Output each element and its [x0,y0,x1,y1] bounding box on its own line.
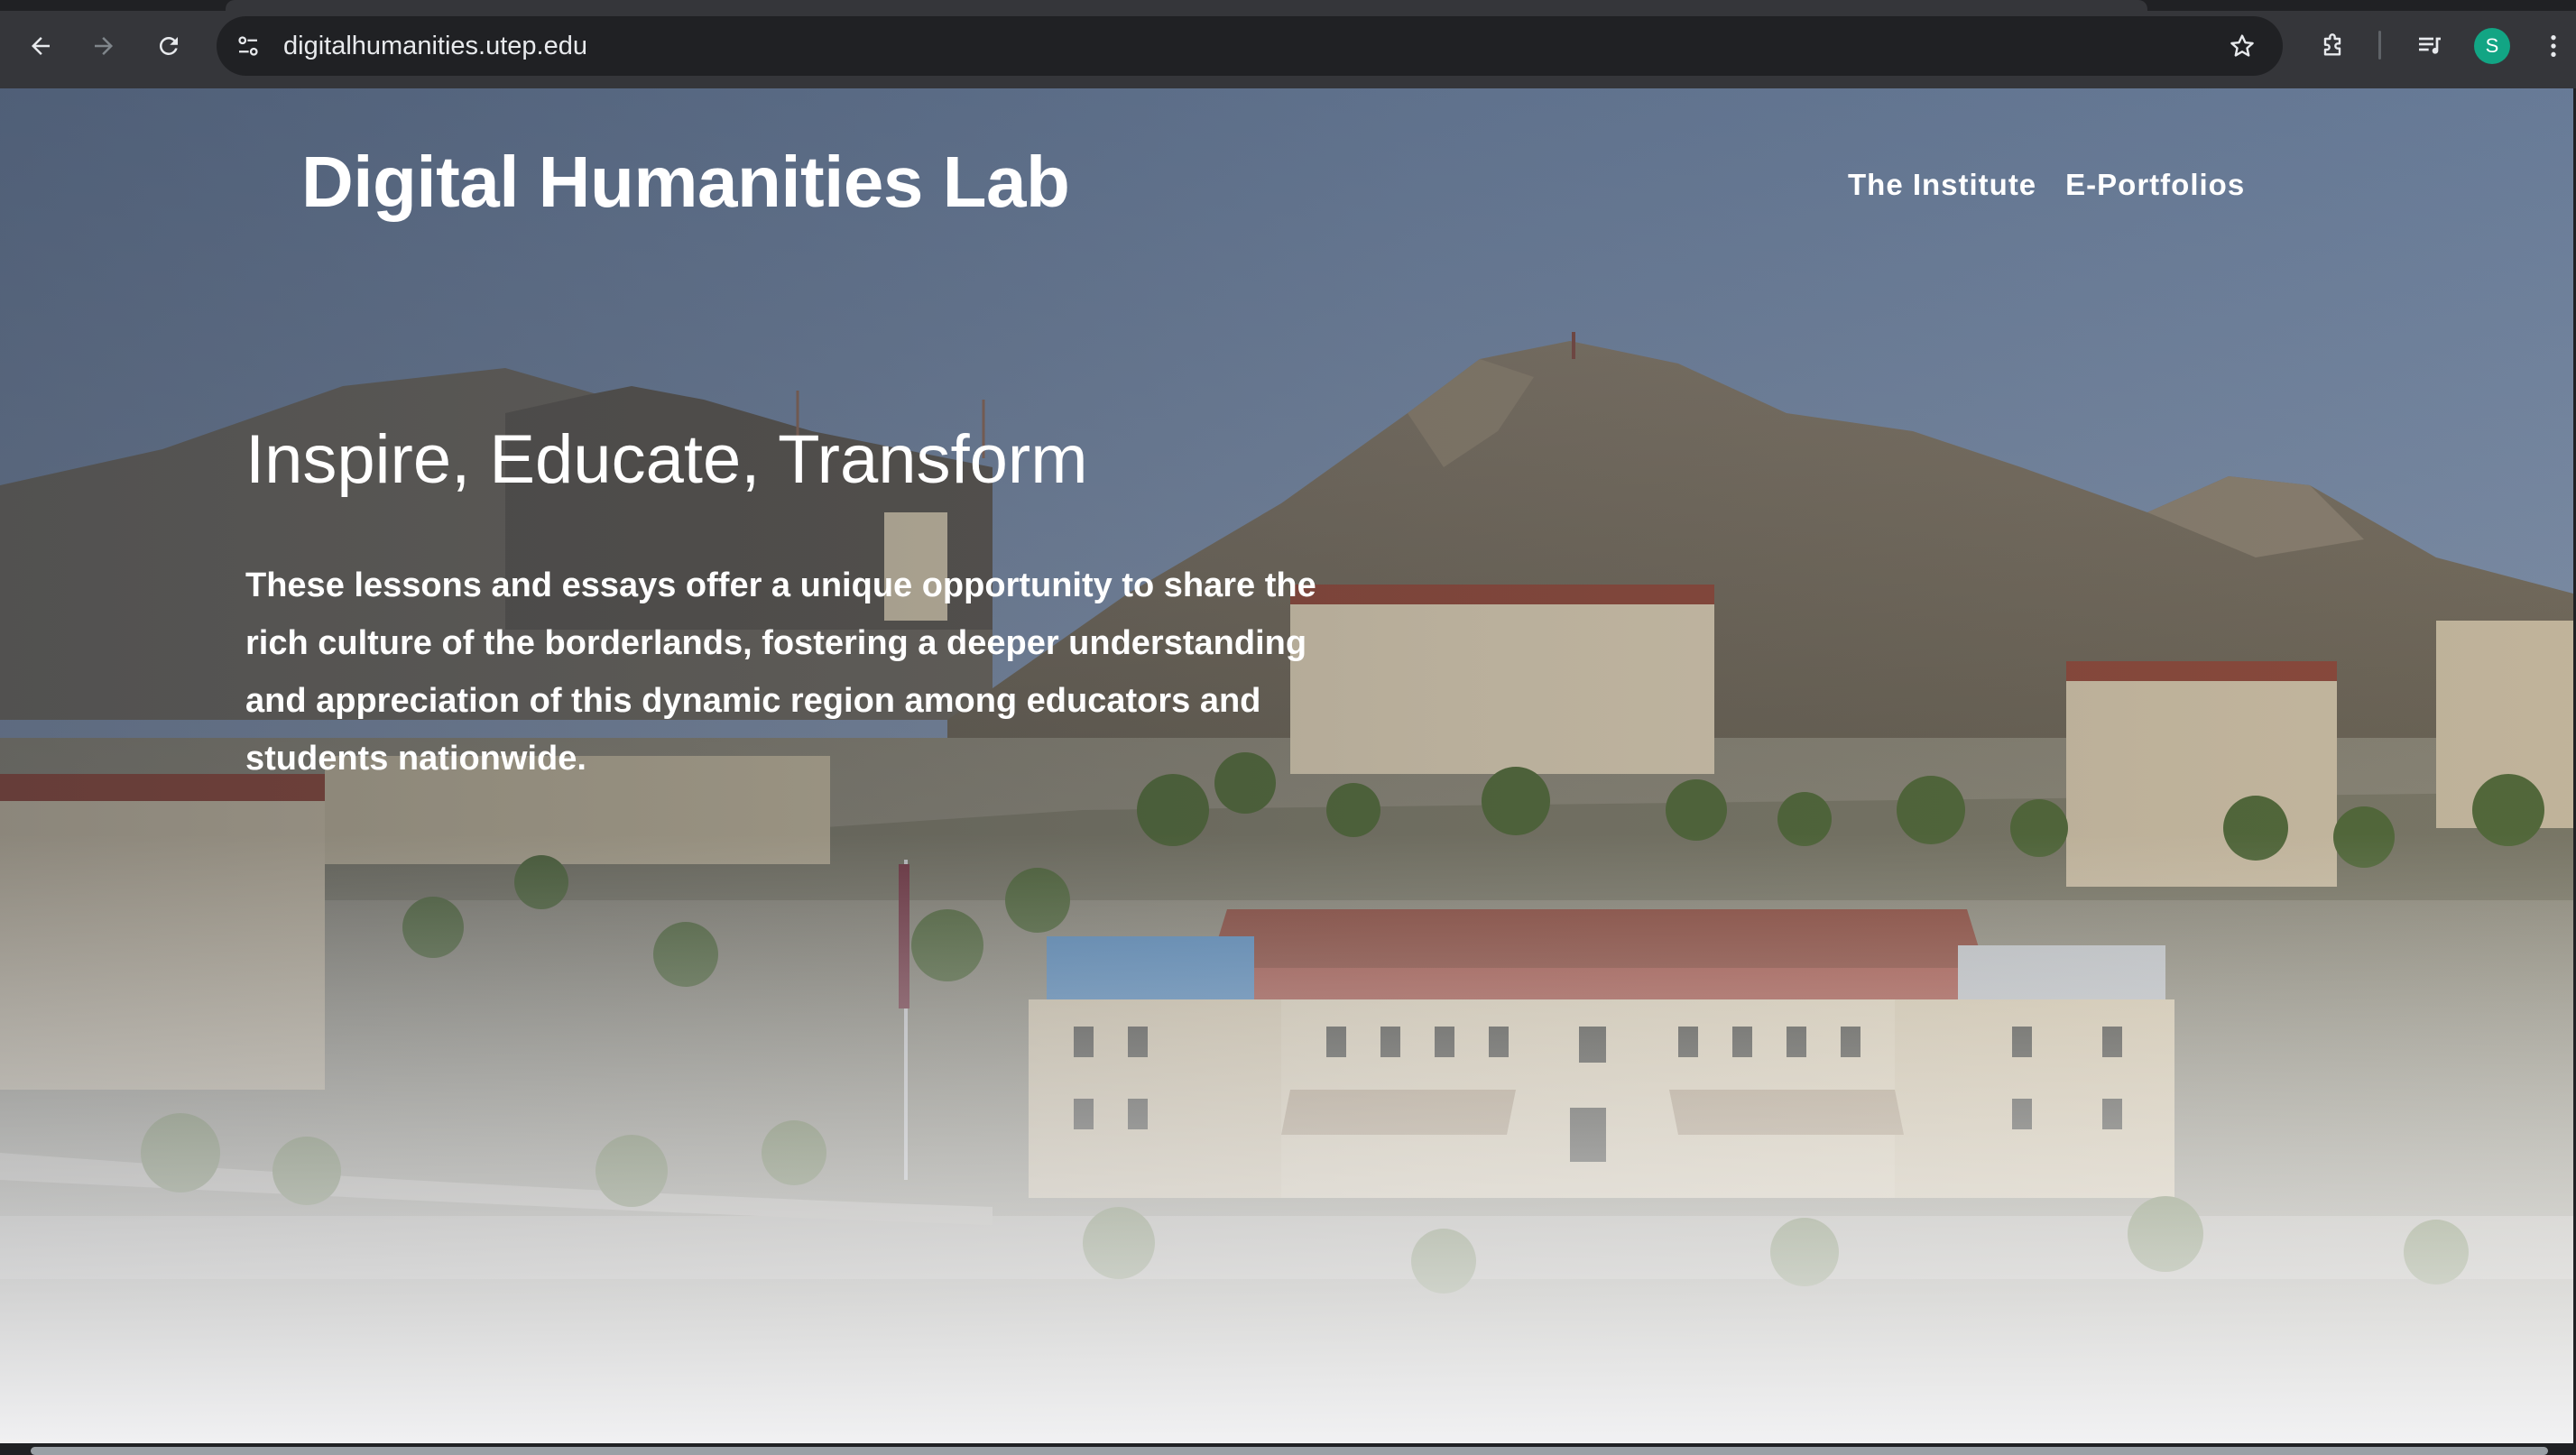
horizontal-scrollbar[interactable] [0,1443,2576,1455]
bookmark-button[interactable] [2220,23,2265,69]
extensions-button[interactable] [2310,23,2355,69]
nav-link-the-institute[interactable]: The Institute [1848,168,2036,202]
arrow-left-icon [32,37,50,55]
reload-icon [159,36,178,55]
forward-button[interactable] [81,23,126,69]
site-info-button[interactable] [226,23,271,69]
hero-heading: Inspire, Educate, Transform [245,421,1088,498]
playlist-music-icon [2419,37,2441,54]
browser-toolbar: digitalhumanities.utep.edu S [0,0,2576,88]
main-nav: The Institute E-Portfolios [1848,168,2245,202]
puzzle-icon [2323,33,2341,56]
media-controls-button[interactable] [2407,23,2452,69]
arrow-right-icon [95,37,113,55]
nav-link-e-portfolios[interactable]: E-Portfolios [2065,168,2245,202]
page-viewport: Digital Humanities Lab The Institute E-P… [0,88,2573,1443]
star-icon [2230,34,2254,57]
scrollbar-thumb[interactable] [31,1447,2548,1455]
tune-icon [238,36,258,56]
tab-strip [0,0,2576,11]
address-bar[interactable]: digitalhumanities.utep.edu [217,16,2283,76]
hero-description: These lessons and essays offer a unique … [245,566,1316,778]
toolbar-divider [2378,31,2381,60]
url-text[interactable]: digitalhumanities.utep.edu [283,16,587,76]
active-tab[interactable] [226,0,2147,11]
site-title[interactable]: Digital Humanities Lab [301,141,1070,224]
back-button[interactable] [18,23,63,69]
browser-menu-button[interactable] [2535,23,2571,69]
profile-avatar[interactable]: S [2474,28,2510,64]
kebab-menu-icon [2551,35,2556,57]
reload-button[interactable] [146,23,191,69]
